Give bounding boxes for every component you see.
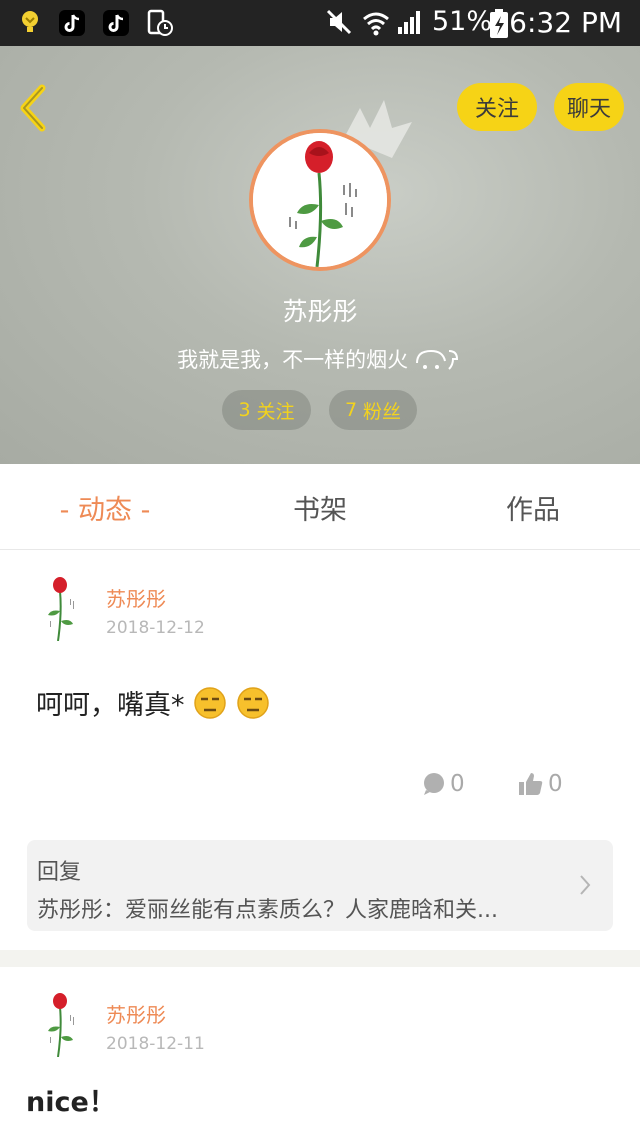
following-count: 3 bbox=[238, 399, 251, 421]
post-avatar[interactable] bbox=[38, 993, 86, 1057]
tab-dynamic[interactable]: - 动态 - bbox=[30, 464, 180, 550]
post-author[interactable]: 苏彤彤 bbox=[106, 583, 166, 612]
profile-header: 关注 聊天 苏彤彤 我就是我，不一样的烟火 3 关注 7 粉丝 bbox=[0, 46, 640, 464]
reply-title: 回复 bbox=[37, 860, 82, 885]
post-date: 2018-12-11 bbox=[106, 1034, 205, 1054]
battery-charging-icon bbox=[490, 9, 508, 38]
like-count: 0 bbox=[548, 771, 563, 797]
tab-works[interactable]: 作品 bbox=[458, 464, 608, 550]
chat-button[interactable]: 聊天 bbox=[554, 83, 624, 131]
clock: 6:32 PM bbox=[509, 6, 622, 39]
unamused-emoji-icon bbox=[194, 687, 226, 719]
fans-label: 粉丝 bbox=[363, 400, 402, 423]
post-text: nice！ bbox=[26, 1087, 116, 1118]
fans-count: 7 bbox=[344, 399, 358, 421]
following-count-chip[interactable]: 3 关注 bbox=[222, 390, 311, 430]
profile-bio: 我就是我，不一样的烟火 bbox=[0, 344, 640, 374]
comment-count: 0 bbox=[450, 771, 465, 797]
comment-button[interactable]: 0 bbox=[422, 771, 465, 797]
following-label: 关注 bbox=[256, 400, 295, 423]
reply-content: 苏彤彤：爱丽丝能有点素质么？人家鹿晗和关... bbox=[37, 898, 498, 923]
bulb-notification-icon bbox=[22, 11, 38, 32]
tab-bookshelf[interactable]: 书架 bbox=[245, 464, 395, 550]
post-text-content: 呵呵，嘴真* bbox=[36, 690, 185, 721]
post-text: 呵呵，嘴真* bbox=[36, 683, 270, 722]
post-author[interactable]: 苏彤彤 bbox=[106, 999, 166, 1028]
post-divider bbox=[0, 950, 640, 967]
status-bar: 51% 6:32 PM bbox=[0, 0, 640, 46]
screen-time-icon bbox=[147, 9, 173, 36]
comment-bubble-icon bbox=[424, 773, 444, 795]
follow-button[interactable]: 关注 bbox=[457, 83, 537, 131]
wifi-icon bbox=[363, 12, 389, 36]
signal-icon bbox=[398, 11, 420, 34]
profile-name: 苏彤彤 bbox=[282, 297, 358, 326]
bio-emoticon-icon bbox=[415, 349, 458, 370]
chevron-right-icon bbox=[580, 875, 591, 895]
profile-avatar[interactable] bbox=[249, 129, 391, 271]
feed-post: 苏彤彤 2018-12-11 nice！ bbox=[0, 967, 640, 1138]
tiktok-notification-icon bbox=[103, 10, 129, 36]
fans-count-chip[interactable]: 7 粉丝 bbox=[329, 390, 417, 430]
back-arrow-icon[interactable] bbox=[14, 82, 54, 134]
tiktok-notification-icon bbox=[59, 10, 85, 36]
thumbs-up-icon bbox=[519, 773, 543, 795]
reply-preview[interactable]: 回复 苏彤彤：爱丽丝能有点素质么？人家鹿晗和关... bbox=[27, 840, 613, 931]
like-button[interactable]: 0 bbox=[518, 771, 563, 797]
battery-percent: 51% bbox=[432, 6, 493, 37]
post-avatar[interactable] bbox=[38, 577, 86, 641]
post-date: 2018-12-12 bbox=[106, 618, 205, 638]
profile-tabs: - 动态 - 书架 作品 bbox=[0, 464, 640, 550]
unamused-emoji-icon bbox=[236, 687, 269, 719]
profile-bio-text: 我就是我，不一样的烟火 bbox=[177, 348, 409, 372]
rose-avatar-image bbox=[253, 133, 387, 267]
mute-icon bbox=[326, 9, 352, 35]
